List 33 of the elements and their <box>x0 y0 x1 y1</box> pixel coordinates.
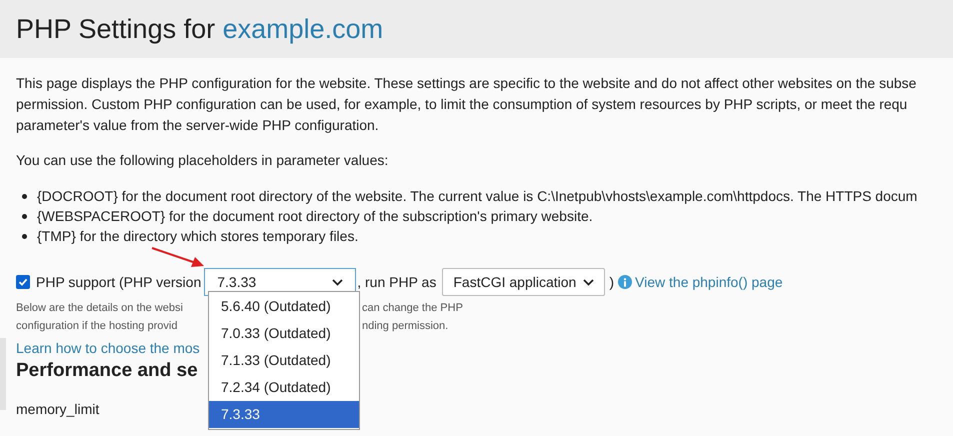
list-item-text: {TMP} for the directory which stores temporary files. <box>37 227 358 246</box>
page-title: PHP Settings for example.com <box>16 12 384 46</box>
list-item-text: {WEBSPACEROOT} for the document root directory of the subscription's primary website. <box>37 207 593 226</box>
checkbox-label: PHP support (PHP version <box>36 272 202 292</box>
setting-name: memory_limit <box>16 400 100 419</box>
paragraph-line: permission. Custom PHP configuration can be used, for example, to limit the consumption of system resources by PHP scripts, or meet the requ <box>16 95 908 114</box>
description-text: Below are the details on the websi <box>16 301 183 316</box>
dropdown-option[interactable]: 7.2.34 (Outdated) <box>209 374 359 401</box>
paragraph-line: This page displays the PHP configuration for the website. These settings are specific to the website and do not affect other websites on the subse <box>16 74 916 93</box>
close-paren: ) <box>609 272 614 292</box>
dropdown-option[interactable]: 7.1.33 (Outdated) <box>209 347 359 374</box>
info-icon <box>618 275 632 289</box>
annotation-arrow <box>152 247 204 267</box>
php-support-checkbox[interactable] <box>16 275 30 289</box>
dropdown-option[interactable]: 7.0.33 (Outdated) <box>209 320 359 347</box>
section-heading: Performance and se <box>16 359 198 383</box>
caret-icon <box>332 278 344 286</box>
handler-select[interactable]: FastCGI application <box>442 268 606 296</box>
learn-link[interactable]: Learn how to choose the mos <box>16 338 200 358</box>
placeholders-intro: You can use the following placeholders in parameter values: <box>16 151 388 170</box>
bullet-icon <box>22 194 27 198</box>
phpinfo-link[interactable]: View the phpinfo() page <box>635 272 783 292</box>
description-text: configuration if the hosting provid <box>16 319 178 334</box>
run-as-label: , run PHP as <box>357 272 436 292</box>
description-text: can change the PHP <box>362 301 463 316</box>
dropdown-option[interactable]: 7.3.33 <box>209 401 359 428</box>
dropdown-option[interactable]: 5.6.40 (Outdated) <box>209 293 359 320</box>
caret-icon <box>583 278 594 286</box>
list-item-text: {DOCROOT} for the document root directory of the website. The current value is C:\Inetpub\vhosts\example.com\httpdocs. The HTTPS docum <box>37 187 918 206</box>
paragraph-line: parameter's value from the server-wide PHP configuration. <box>16 116 379 135</box>
bullet-icon <box>22 234 27 238</box>
bullet-icon <box>22 214 27 218</box>
description-text: nding permission. <box>362 319 448 334</box>
